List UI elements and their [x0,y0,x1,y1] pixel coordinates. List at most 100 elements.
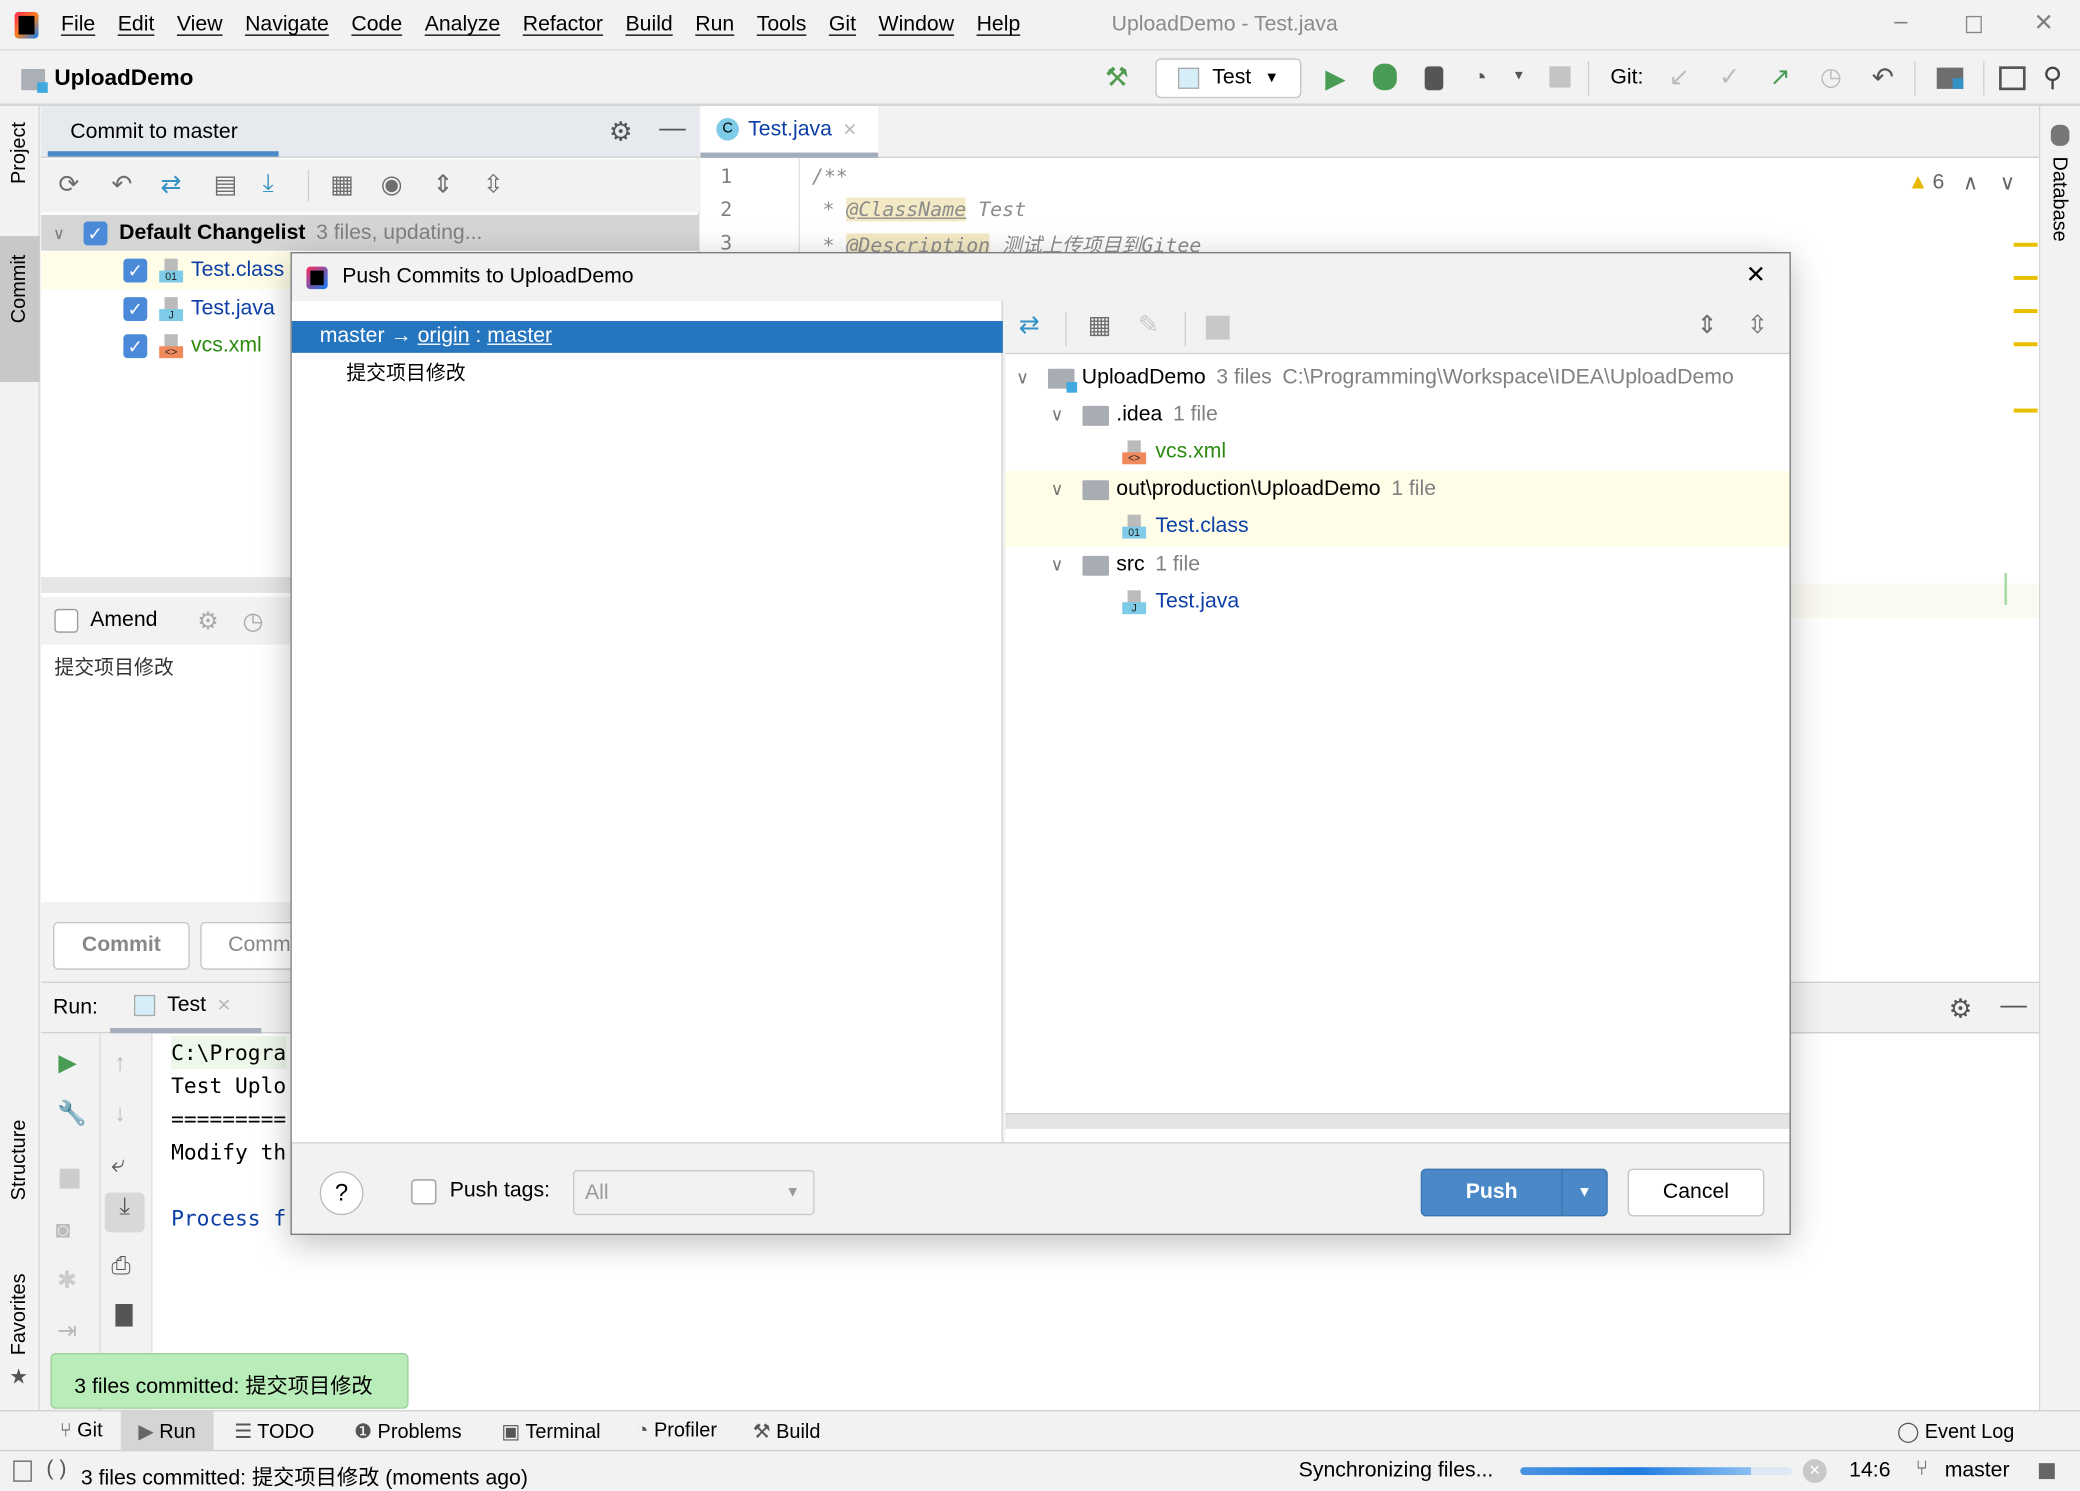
notification-toast[interactable]: 3 files committed: 提交项目修改 [50,1353,409,1409]
menu-refactor[interactable]: Refactor [523,13,603,36]
run-anything-icon[interactable] [1999,66,2026,91]
chevron-down-icon[interactable]: ∨ [53,224,65,243]
gear-icon[interactable]: ⚙ [1949,992,1973,1025]
cancel-progress-icon[interactable]: ✕ [1802,1459,1827,1484]
minimize-panel-icon[interactable]: — [659,114,686,145]
tab-test-java[interactable]: C Test.java ✕ [700,106,879,158]
print-icon[interactable]: ⎙ [111,1252,130,1280]
menu-analyze[interactable]: Analyze [425,13,501,36]
scroll-to-end-icon[interactable]: ⤓ [104,1192,145,1233]
menu-tools[interactable]: Tools [757,13,807,36]
warning-stripe[interactable] [2013,242,2038,247]
shelve-download-icon[interactable]: ⤓ [263,170,274,199]
lock-icon[interactable] [2038,1463,2055,1480]
group-by-icon[interactable]: ▦ [330,170,354,201]
changelist-icon[interactable]: ▤ [214,170,238,201]
maximize-button[interactable] [1965,15,1982,34]
close-window-button[interactable]: ✕ [2034,9,2054,37]
tool-structure[interactable]: Structure [8,1120,31,1201]
tool-windows-toggle-icon[interactable] [13,1460,32,1482]
exit-icon[interactable]: ⇥ [57,1317,77,1345]
tool-commit[interactable]: Commit [8,255,31,324]
horizontal-scrollbar[interactable] [1005,1112,1790,1129]
chevron-down-icon[interactable]: ∨ [1051,405,1064,426]
warning-stripe[interactable] [2013,309,2038,314]
menu-run[interactable]: Run [695,13,734,36]
search-icon[interactable]: ⚲ [2043,61,2062,94]
stop-icon[interactable] [1549,66,1571,88]
menu-build[interactable]: Build [626,13,673,36]
history-clock-icon[interactable]: ◷ [243,607,264,635]
profile-icon[interactable]: ◔ [1472,64,1486,92]
tab-git[interactable]: ⑂ Git [60,1419,103,1442]
push-tags-select[interactable]: All ▼ [573,1169,815,1216]
down-arrow-icon[interactable]: ↓ [114,1100,126,1128]
wrench-icon[interactable]: 🔧 [57,1100,87,1128]
soft-wrap-icon[interactable]: ⤶ [111,1150,124,1178]
event-log-tab[interactable]: ◯ Event Log [1897,1419,2014,1443]
push-tags-checkbox[interactable] [411,1179,437,1205]
file-checkbox[interactable]: ✓ [123,334,148,359]
edit-source-icon[interactable]: ✎ [1138,310,1159,341]
show-diff-icon[interactable]: ⇄ [161,170,182,201]
tab-run[interactable]: ▶ Run [121,1410,214,1451]
collapse-all-icon[interactable]: ⇳ [483,170,504,201]
tool-database[interactable]: Database [2048,157,2071,242]
menu-edit[interactable]: Edit [118,13,155,36]
git-branch[interactable]: master [1945,1459,2010,1483]
warning-stripe[interactable] [2013,342,2038,347]
tab-profiler[interactable]: ◔ Profiler [636,1419,717,1442]
git-update-icon[interactable]: ↙ [1669,62,1690,93]
branch-row-selected[interactable]: master → origin : master [291,321,1003,353]
expand-all-icon[interactable]: ⇕ [432,170,453,201]
previous-highlight-icon[interactable]: ∧ [1963,170,1979,197]
chevron-down-icon[interactable]: ∨ [1051,554,1064,575]
run-tab-test[interactable]: Test ✕ [110,983,262,1034]
close-tab-icon[interactable]: ✕ [217,995,231,1016]
commit-row[interactable]: 提交项目修改 [346,358,465,386]
git-history-icon[interactable]: ◷ [1820,62,1842,93]
tree-node[interactable]: 01 Test.class [1006,508,1790,545]
rerun-icon[interactable]: ▶ [58,1049,76,1077]
close-dialog-button[interactable]: ✕ [1746,261,1766,289]
up-arrow-icon[interactable]: ↑ [114,1049,126,1077]
remote-branch-link[interactable]: master [487,325,552,348]
cancel-button[interactable]: Cancel [1627,1168,1765,1217]
file-checkbox[interactable]: ✓ [123,258,148,283]
tree-node[interactable]: <> vcs.xml [1006,434,1790,471]
warning-stripe[interactable] [2013,408,2038,413]
camera-icon[interactable]: ◙ [56,1216,70,1244]
tree-node[interactable]: ∨ out\production\UploadDemo 1 file [1006,471,1790,508]
menu-window[interactable]: Window [879,13,954,36]
help-button[interactable]: ? [319,1171,364,1216]
warnings-indicator[interactable]: ▲ 6 ∧ ∨ [1908,170,2016,197]
changelist-row[interactable]: ∨ ✓ Default Changelist 3 files, updating… [41,214,700,251]
caret-position[interactable]: 14:6 [1849,1459,1890,1483]
tree-node[interactable]: ∨ .idea 1 file [1006,397,1790,434]
project-name[interactable]: UploadDemo [54,65,193,92]
project-structure-icon[interactable] [1936,67,1964,89]
rollback-icon[interactable]: ↶ [111,170,132,201]
chevron-down-icon[interactable]: ∨ [1016,367,1029,388]
tool-project[interactable]: Project [8,122,31,184]
menu-file[interactable]: File [61,13,95,36]
tab-terminal[interactable]: ▣ Terminal [501,1419,600,1443]
file-checkbox[interactable]: ✓ [123,297,148,322]
amend-checkbox[interactable] [54,608,79,633]
git-rollback-icon[interactable]: ↶ [1872,61,1894,94]
collapse-all-icon[interactable]: ⇳ [1747,310,1768,341]
coverage-icon[interactable] [1424,66,1444,91]
menu-view[interactable]: View [177,13,223,36]
remote-link[interactable]: origin [418,325,470,348]
commit-panel-title[interactable]: Commit to master [70,121,237,145]
git-push-icon[interactable]: ↗ [1770,62,1791,93]
run-icon[interactable]: ▶ [1325,62,1345,95]
tab-build[interactable]: ⚒ Build [753,1419,821,1443]
warning-stripe[interactable] [2013,275,2038,280]
preview-icon[interactable] [1205,315,1230,340]
tree-node[interactable]: ∨ src 1 file [1006,547,1790,584]
menu-code[interactable]: Code [351,13,402,36]
git-commit-icon[interactable]: ✓ [1719,62,1740,93]
changelist-checkbox[interactable]: ✓ [83,220,108,245]
tab-todo[interactable]: ☰ TODO [234,1419,314,1443]
